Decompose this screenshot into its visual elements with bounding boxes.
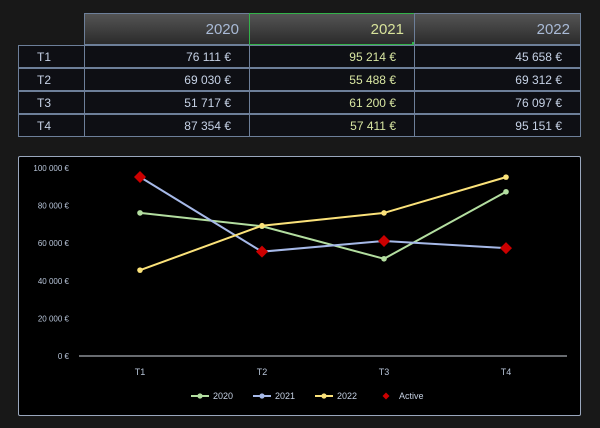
y-tick-label: 80 000 €	[38, 202, 70, 211]
active-marker-T3	[378, 234, 390, 247]
data-point-2022-T1	[137, 267, 143, 273]
cell-2020[interactable]: 76 111 €	[84, 45, 250, 68]
legend-marker-2022	[321, 393, 327, 399]
row-label[interactable]: T1	[18, 45, 85, 68]
row-label[interactable]: T4	[18, 114, 85, 137]
legend-label-2021: 2021	[275, 391, 295, 401]
y-tick-label: 40 000 €	[38, 277, 70, 286]
active-marker-T1	[134, 170, 146, 183]
cell-2021[interactable]: 95 214 €	[249, 45, 415, 68]
cell-2022[interactable]: 76 097 €	[414, 91, 581, 114]
x-tick-label: T1	[135, 367, 146, 377]
data-point-2020-T4	[503, 188, 509, 195]
header-year-2021-selected[interactable]: 2021	[249, 13, 417, 47]
x-tick-label: T4	[501, 367, 512, 377]
legend-marker-2021	[259, 393, 265, 399]
legend-marker-Active	[382, 392, 390, 400]
table-row: T2 69 030 € 55 488 € 69 312 €	[18, 68, 581, 91]
cell-2021[interactable]: 57 411 €	[249, 114, 415, 137]
legend-label-Active: Active	[399, 391, 424, 401]
table-row: T4 87 354 € 57 411 € 95 151 €	[18, 114, 581, 137]
cell-2022[interactable]: 95 151 €	[414, 114, 581, 137]
table-row: T1 76 111 € 95 214 € 45 658 €	[18, 45, 581, 68]
cell-2021[interactable]: 61 200 €	[249, 91, 415, 114]
x-tick-label: T2	[257, 367, 268, 377]
chart-plot-area: 0 € 20 000 € 40 000 € 60 000 € 80 000 € 100 0…	[33, 164, 567, 401]
series-line-2021	[139, 176, 507, 253]
line-chart[interactable]: 0 € 20 000 € 40 000 € 60 000 € 80 000 € 100 0…	[18, 156, 581, 416]
cell-2020[interactable]: 51 717 €	[84, 91, 250, 114]
data-table: 2020 2021 2022 T1 76 111 € 95 214 € 45 6…	[0, 0, 600, 150]
legend-marker-2020	[197, 393, 203, 399]
y-tick-label: 100 000 €	[33, 164, 69, 173]
active-marker-T2	[256, 245, 268, 258]
cell-2020[interactable]: 69 030 €	[84, 68, 250, 91]
active-marker-T4	[500, 242, 512, 255]
series-line-2020	[139, 190, 507, 260]
x-tick-label: T3	[379, 367, 390, 377]
row-label[interactable]: T2	[18, 68, 85, 91]
legend-label-2022: 2022	[337, 391, 357, 401]
data-point-2022-T3	[381, 210, 387, 216]
header-year-2020[interactable]: 2020	[84, 13, 250, 45]
data-point-2022-T2	[259, 222, 265, 229]
data-point-2020-T3	[381, 255, 387, 262]
cell-2021[interactable]: 55 488 €	[249, 68, 415, 91]
y-tick-label: 20 000 €	[38, 314, 70, 323]
header-year-2022[interactable]: 2022	[414, 13, 581, 45]
series-line-2022	[139, 176, 507, 272]
legend-label-2020: 2020	[213, 391, 233, 401]
row-label[interactable]: T3	[18, 91, 85, 114]
table-row: T3 51 717 € 61 200 € 76 097 €	[18, 91, 581, 114]
cell-2022[interactable]: 69 312 €	[414, 68, 581, 91]
data-point-2022-T4	[503, 174, 509, 180]
cell-2022[interactable]: 45 658 €	[414, 45, 581, 68]
data-point-2020-T1	[137, 210, 143, 216]
y-tick-label: 0 €	[58, 352, 70, 361]
y-tick-label: 60 000 €	[38, 239, 70, 248]
cell-2020[interactable]: 87 354 €	[84, 114, 250, 137]
